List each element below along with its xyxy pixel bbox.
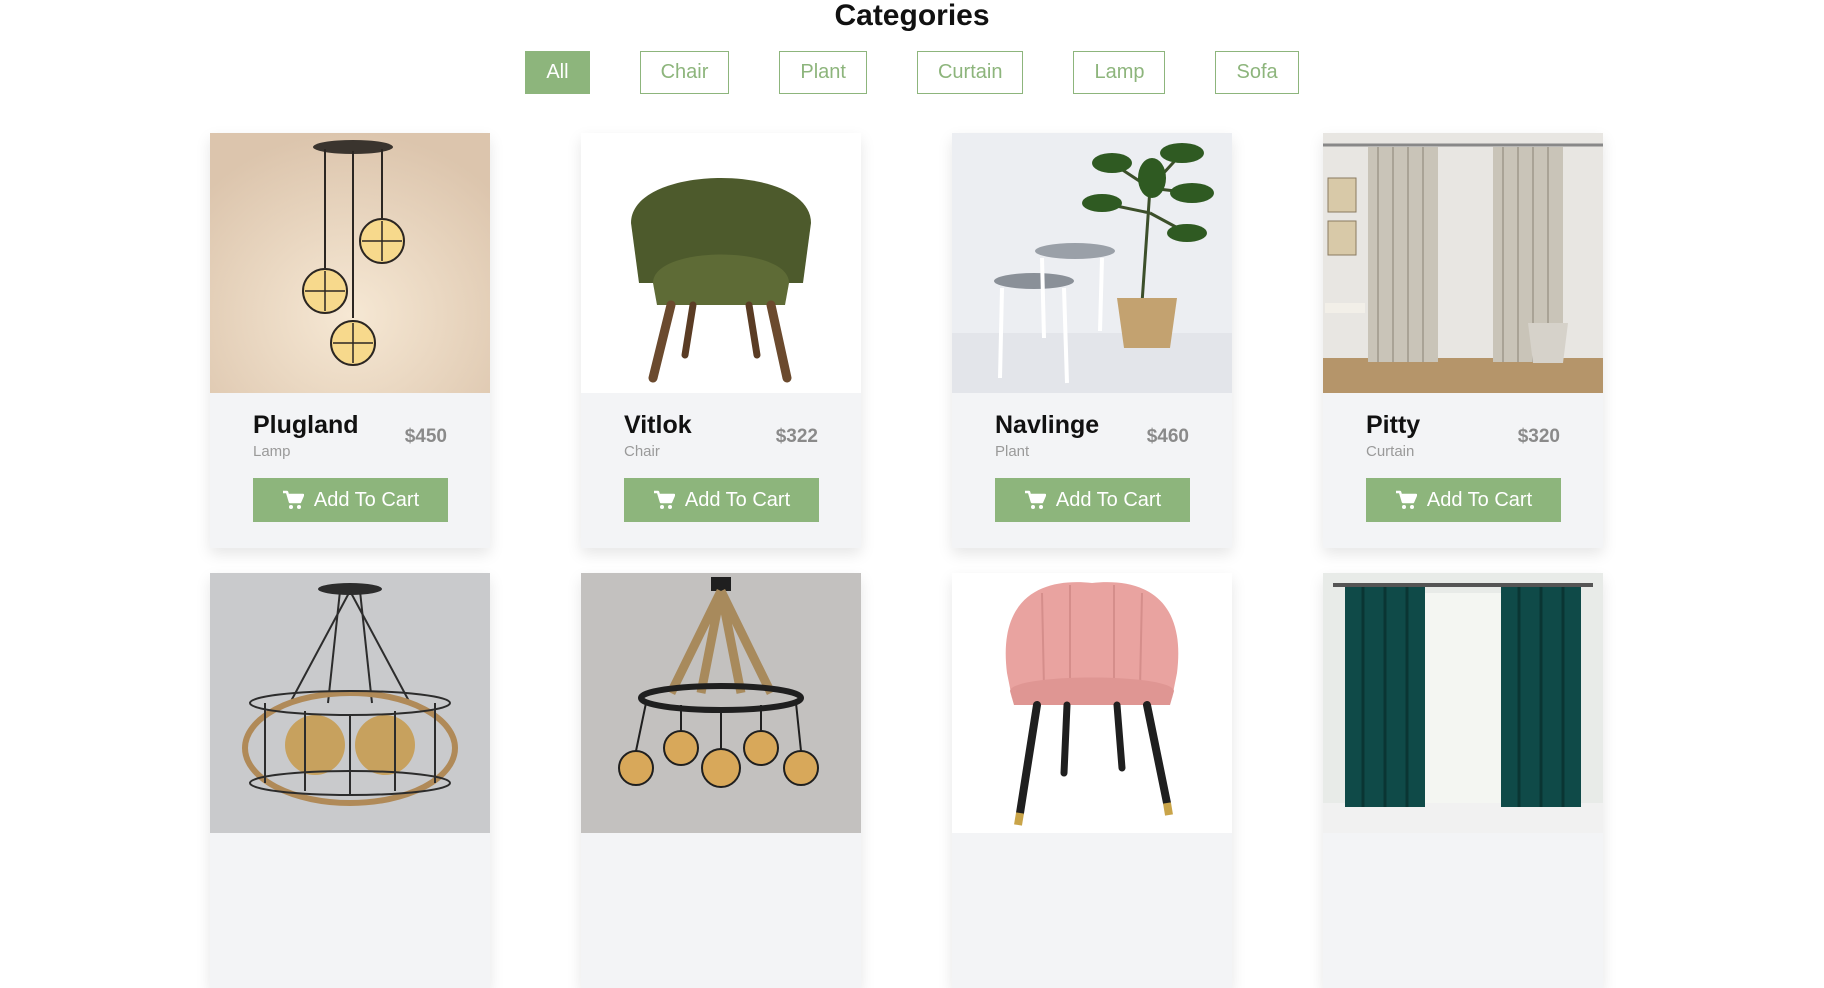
filter-curtain[interactable]: Curtain: [916, 51, 1024, 94]
product-price: $320: [1517, 426, 1560, 447]
add-to-cart-label: Add To Cart: [1426, 488, 1533, 511]
cart-icon: [653, 490, 675, 509]
cart-icon: [1024, 490, 1046, 509]
cart-icon: [1395, 490, 1417, 509]
category-filter-bar: All Chair Plant Curtain Lamp Sofa: [0, 51, 1824, 94]
product-card-vitlok: Vitlok Chair $322 Add To Cart: [581, 133, 861, 548]
categories-title: Categories: [834, 0, 990, 32]
add-to-cart-button[interactable]: Add To Cart: [995, 478, 1190, 522]
add-to-cart-label: Add To Cart: [1055, 488, 1162, 511]
product-price: $322: [775, 426, 818, 447]
add-to-cart-button[interactable]: Add To Cart: [253, 478, 448, 522]
add-to-cart-label: Add To Cart: [313, 488, 420, 511]
add-to-cart-button[interactable]: Add To Cart: [624, 478, 819, 522]
green-chair-image[interactable]: [581, 133, 861, 393]
product-category: Lamp: [253, 443, 291, 460]
product-name: Plugland: [253, 411, 359, 439]
product-card: [952, 573, 1232, 988]
filter-sofa[interactable]: Sofa: [1215, 51, 1299, 94]
beige-curtain-image[interactable]: [1323, 133, 1603, 393]
product-card: [581, 573, 861, 988]
product-name: Navlinge: [995, 411, 1100, 439]
plant-tables-image[interactable]: [952, 133, 1232, 393]
product-name: Pitty: [1366, 411, 1421, 439]
pink-chair-image[interactable]: [952, 573, 1232, 833]
product-price: $450: [404, 426, 447, 447]
cage-chandelier-image[interactable]: [210, 573, 490, 833]
product-card-navlinge: Navlinge Plant $460 Add To Cart: [952, 133, 1232, 548]
product-category: Plant: [995, 443, 1030, 460]
pendant-lamp-image[interactable]: [210, 133, 490, 393]
add-to-cart-button[interactable]: Add To Cart: [1366, 478, 1561, 522]
product-category: Curtain: [1366, 443, 1415, 460]
product-card: [210, 573, 490, 988]
filter-chair[interactable]: Chair: [639, 51, 730, 94]
cart-icon: [282, 490, 304, 509]
product-category: Chair: [624, 443, 660, 460]
product-card: [1323, 573, 1603, 988]
product-price: $460: [1146, 426, 1189, 447]
product-name: Vitlok: [624, 411, 692, 439]
add-to-cart-label: Add To Cart: [684, 488, 791, 511]
filter-lamp[interactable]: Lamp: [1073, 51, 1166, 94]
teal-curtain-image[interactable]: [1323, 573, 1603, 833]
product-card-pitty: Pitty Curtain $320 Add To Cart: [1323, 133, 1603, 548]
filter-plant[interactable]: Plant: [779, 51, 867, 94]
product-card-plugland: Plugland Lamp $450 Add To Cart: [210, 133, 490, 548]
filter-all[interactable]: All: [525, 51, 590, 94]
rope-chandelier-image[interactable]: [581, 573, 861, 833]
